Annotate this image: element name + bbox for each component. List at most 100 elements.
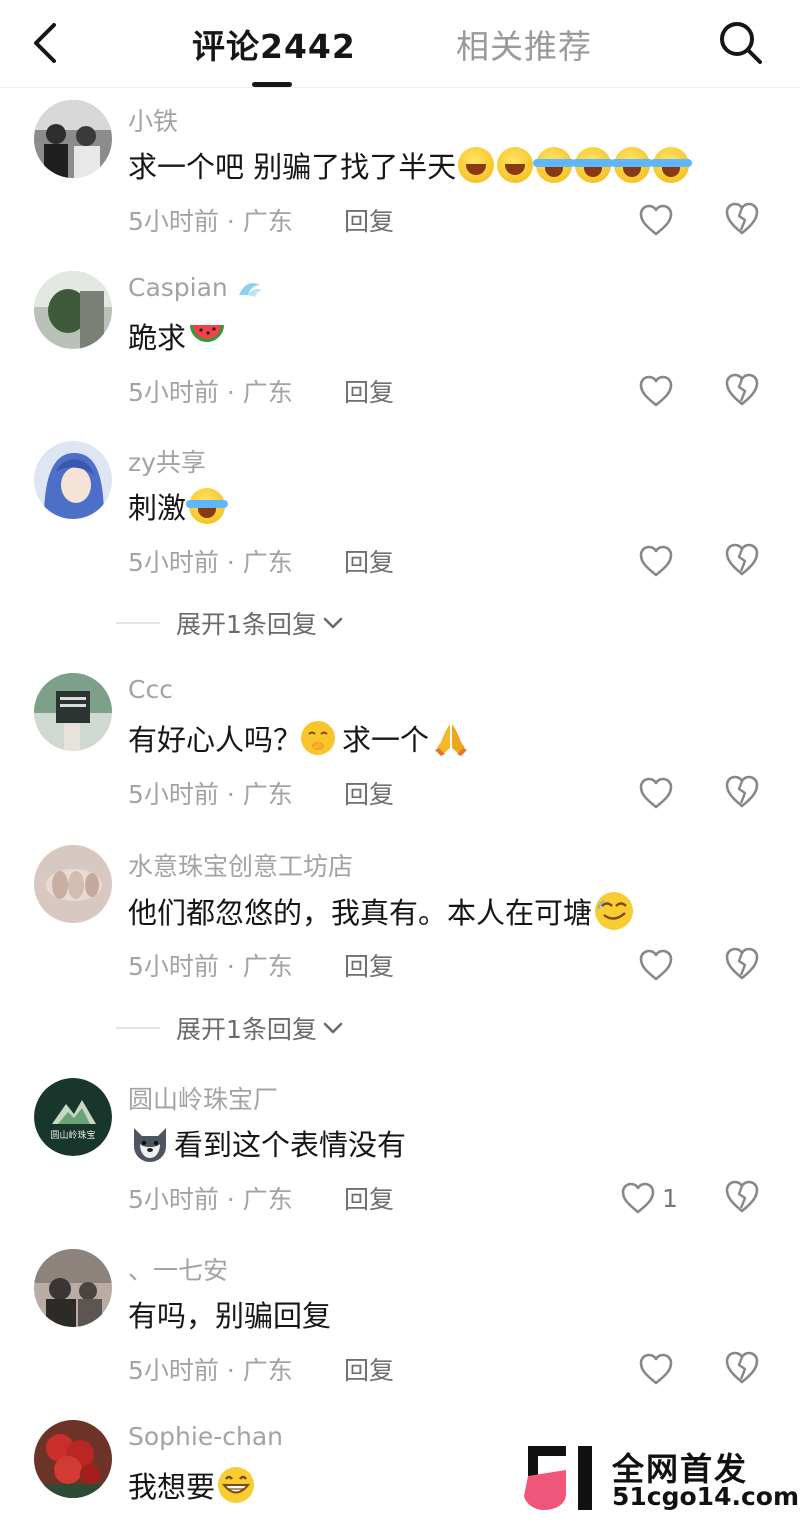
avatar[interactable] [34, 845, 112, 923]
chevron-down-icon [323, 1022, 343, 1034]
heart-icon [639, 949, 673, 981]
avatar-photo [34, 1420, 112, 1498]
grinning-face-emoji-icon [218, 1467, 255, 1503]
avatar[interactable] [34, 673, 112, 751]
dislike-button[interactable] [723, 371, 761, 411]
wave-badge-icon [238, 283, 262, 297]
reply-button[interactable]: 回复 [344, 202, 394, 238]
comment-text: 刺激 [128, 491, 187, 525]
avatar-photo [34, 673, 112, 751]
avatar[interactable] [34, 1420, 112, 1498]
comment-text-row: 有吗，别骗回复 [128, 1293, 331, 1335]
heart-icon [639, 375, 673, 407]
reply-button[interactable]: 回复 [344, 1351, 394, 1387]
avatar-photo [34, 100, 112, 178]
comment-username: Caspian [128, 273, 264, 302]
reply-button[interactable]: 回复 [344, 947, 394, 983]
avatar-logo-text: 圆山岭珠宝 [50, 1129, 95, 1141]
dislike-button[interactable] [723, 200, 761, 240]
tab-comments[interactable]: 评论2442 [192, 20, 356, 68]
comment-text: 看到这个表情没有 [174, 1128, 407, 1162]
reply-button[interactable]: 回复 [344, 543, 394, 579]
expand-replies-button[interactable]: 展开1条回复 [116, 1010, 345, 1046]
like-button[interactable] [638, 1349, 674, 1389]
expand-replies-label: 展开1条回复 [176, 1015, 317, 1044]
crying-face-emoji-icon [458, 147, 495, 183]
broken-heart-icon [725, 1180, 759, 1213]
comment-text: 有好心人吗？ [128, 723, 303, 757]
comment-username[interactable]: 水意珠宝创意工坊店 [128, 847, 353, 883]
comment-time-location: 5小时前 · 广东 [128, 1356, 293, 1385]
comment-text: 有吗，别骗回复 [128, 1299, 332, 1333]
avatar-photo [34, 845, 112, 923]
comment-username[interactable]: Ccc [128, 675, 173, 704]
comment-username[interactable]: 、一七安 [128, 1251, 228, 1287]
active-tab-indicator [252, 82, 292, 87]
broken-heart-icon [725, 373, 759, 406]
expand-replies-button[interactable]: 展开1条回复 [116, 605, 345, 641]
avatar[interactable] [34, 271, 112, 349]
dislike-button[interactable] [723, 1349, 761, 1389]
avatar[interactable]: 圆山岭珠宝 [34, 1078, 112, 1156]
comment-text-row: 看到这个表情没有 [128, 1122, 406, 1164]
heart-icon [639, 545, 673, 577]
broken-heart-icon [725, 202, 759, 235]
dislike-button[interactable] [723, 541, 761, 581]
comment-text: 他们都忽悠的，我真有。本人在可塘 [128, 896, 593, 930]
comment-text: 我想要 [128, 1470, 216, 1504]
comment-username[interactable]: 圆山岭珠宝厂 [128, 1080, 278, 1116]
like-button[interactable] [638, 200, 674, 240]
top-bar: 评论2442 相关推荐 [0, 0, 800, 88]
broken-heart-icon [725, 775, 759, 808]
crying-face-emoji-icon [497, 147, 534, 183]
like-button[interactable]: 1 [620, 1178, 678, 1218]
comment-time-location: 5小时前 · 广东 [128, 548, 293, 577]
comment-time-location: 5小时前 · 广东 [128, 1185, 293, 1214]
username-text[interactable]: Caspian [128, 273, 228, 302]
avatar[interactable] [34, 441, 112, 519]
comment-text: 跪求 [128, 321, 187, 355]
avatar[interactable] [34, 1249, 112, 1327]
like-button[interactable] [638, 945, 674, 985]
tears-of-joy-emoji-icon [186, 488, 229, 524]
avatar[interactable] [34, 100, 112, 178]
watermelon-emoji-icon [190, 325, 225, 342]
divider-line [116, 1027, 160, 1029]
dislike-button[interactable] [723, 773, 761, 813]
tears-of-joy-emoji-icon [533, 147, 576, 183]
like-button[interactable] [638, 541, 674, 581]
dislike-button[interactable] [723, 1178, 761, 1218]
tears-of-joy-emoji-icon [572, 147, 615, 183]
praying-hands-emoji-icon [435, 724, 468, 756]
search-icon [720, 22, 762, 64]
comment-time-location: 5小时前 · 广东 [128, 952, 293, 981]
back-button[interactable] [30, 18, 86, 68]
comment-username[interactable]: 小铁 [128, 102, 178, 138]
reply-button[interactable]: 回复 [344, 1180, 394, 1216]
comment-text-row: 他们都忽悠的，我真有。本人在可塘 [128, 889, 636, 933]
comment-text-part2: 求一个 [342, 723, 430, 757]
heart-icon [621, 1182, 655, 1214]
chevron-left-icon [34, 23, 56, 63]
search-button[interactable] [714, 18, 768, 68]
comment-username[interactable]: Sophie-chan [128, 1422, 283, 1451]
reply-button[interactable]: 回复 [344, 775, 394, 811]
comment-text-row: 跪求 [128, 315, 226, 357]
like-button[interactable] [638, 773, 674, 813]
comment-time-location: 5小时前 · 广东 [128, 378, 293, 407]
like-button[interactable] [638, 371, 674, 411]
watermark-logo-text: 51 [520, 1444, 522, 1445]
heart-icon [639, 777, 673, 809]
comment-text-row: 我想要 [128, 1464, 257, 1506]
watermark-51-logo: 51 [520, 1444, 592, 1510]
comment-username[interactable]: zy共享 [128, 443, 206, 479]
avatar-logo: 圆山岭珠宝 [34, 1078, 112, 1156]
dislike-button[interactable] [723, 945, 761, 985]
reply-button[interactable]: 回复 [344, 373, 394, 409]
avatar-photo [34, 441, 112, 519]
tab-related-recommendations[interactable]: 相关推荐 [456, 20, 592, 68]
avatar-photo [34, 271, 112, 349]
heart-icon [639, 204, 673, 236]
tears-of-joy-emoji-icon [611, 147, 654, 183]
husky-dog-emoji-icon [134, 1128, 166, 1162]
